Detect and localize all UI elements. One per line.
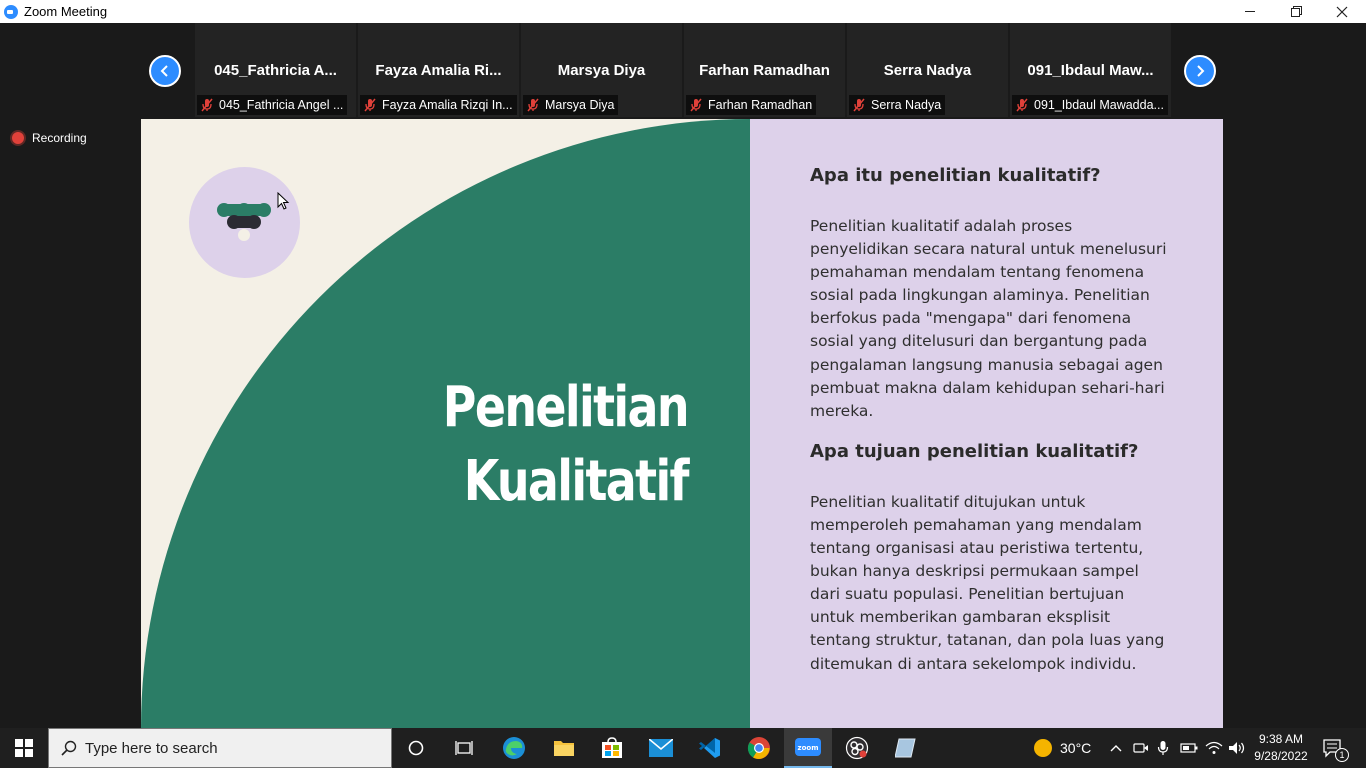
zoom-app-icon [4,4,18,19]
search-icon [61,740,77,756]
cortana-icon[interactable] [392,728,440,768]
taskbar-search-input[interactable]: Type here to search [48,728,392,768]
next-page-button[interactable] [1184,55,1216,87]
notification-center-button[interactable]: 1 [1322,728,1349,768]
recording-indicator[interactable]: Recording [12,131,87,145]
weather-widget[interactable]: 30°C [1034,728,1091,768]
participant-tag: Marsya Diya [523,95,619,115]
chrome-icon[interactable] [735,728,783,768]
chevron-right-icon [1197,65,1205,77]
slide-title-line: Kualitatif [463,449,690,514]
restore-button[interactable] [1273,0,1319,23]
mouse-cursor-icon [277,192,290,210]
weather-temperature: 30°C [1060,740,1092,756]
participant-tag-label: 045_Fathricia Angel ... [219,98,344,112]
participant-name: 045_Fathricia A... [214,62,337,79]
logo-icon [217,203,271,241]
svg-text:zoom: zoom [798,744,819,752]
windows-start-icon[interactable] [0,728,48,768]
question-heading: Apa itu penelitian kualitatif? [810,165,1101,186]
answer-paragraph: Penelitian kualitatif ditujukan untuk me… [810,492,1165,673]
mic-muted-icon [853,98,865,112]
participant-tag: Serra Nadya [849,95,946,115]
participant-name: Marsya Diya [557,62,646,79]
participant-tag-label: Farhan Ramadhan [708,98,813,112]
participant-tag: Fayza Amalia Rizqi In... [360,95,517,115]
participant-tile[interactable]: 045_Fathricia A... 045_Fathricia Angel .… [195,23,356,117]
chevron-left-icon [160,65,168,77]
file-explorer-icon[interactable] [540,728,588,768]
recording-dot-icon [12,132,24,144]
taskbar: Type here to search zoom 30°C 9:38 AM 9/… [0,728,1366,768]
participant-name: Fayza Amalia Ri... [375,62,502,79]
participant-tag: 091_Ibdaul Mawadda... [1012,95,1168,115]
participant-tag-label: Fayza Amalia Rizqi In... [382,98,513,112]
task-view-icon[interactable] [440,728,488,768]
mic-muted-icon [690,98,702,112]
participant-tile[interactable]: Serra Nadya Serra Nadya [847,23,1008,117]
wifi-icon[interactable] [1205,728,1223,768]
meeting-area: 045_Fathricia A... 045_Fathricia Angel .… [0,23,1366,728]
question-heading: Apa tujuan penelitian kualitatif? [810,440,1139,462]
mic-muted-icon [201,98,213,112]
minimize-button[interactable] [1227,0,1273,23]
taskbar-clock[interactable]: 9:38 AM 9/28/2022 [1248,731,1314,765]
battery-icon[interactable] [1180,728,1198,768]
participant-name: Serra Nadya [883,62,972,79]
sun-icon [1034,739,1052,757]
obs-icon[interactable] [833,728,881,768]
slide-title-line: Penelitian [442,375,690,440]
notepad-icon[interactable] [882,728,930,768]
participant-tag-label: Marsya Diya [545,98,615,112]
slide-right-panel: Apa itu penelitian kualitatif? Penelitia… [750,119,1223,728]
participant-tag: 045_Fathricia Angel ... [197,95,348,115]
zoom-icon[interactable]: zoom [784,728,832,768]
slide-title: Penelitian Kualitatif [442,371,690,519]
clock-time: 9:38 AM [1258,732,1304,746]
volume-icon[interactable] [1228,728,1246,768]
participant-tile[interactable]: Marsya Diya Marsya Diya [521,23,682,117]
clock-date: 9/28/2022 [1254,749,1308,763]
prev-page-button[interactable] [149,55,181,87]
slide-left-panel: Penelitian Kualitatif [141,119,750,728]
mic-muted-icon [527,98,539,112]
mail-icon[interactable] [637,728,685,768]
title-bar: Zoom Meeting [0,0,1366,23]
participant-name: Farhan Ramadhan [699,62,830,79]
recording-label: Recording [32,131,87,145]
participant-tag-label: 091_Ibdaul Mawadda... [1034,98,1164,112]
participant-name: 091_Ibdaul Maw... [1027,62,1154,79]
vscode-icon[interactable] [686,728,734,768]
participant-tile[interactable]: Farhan Ramadhan Farhan Ramadhan [684,23,845,117]
notification-count-badge: 1 [1335,748,1349,762]
participant-tile[interactable]: Fayza Amalia Ri... Fayza Amalia Rizqi In… [358,23,519,117]
shared-screen: Penelitian Kualitatif Apa itu penelitian… [141,119,1223,728]
close-button[interactable] [1319,0,1365,23]
mic-muted-icon [1016,98,1028,112]
microphone-icon[interactable] [1157,728,1169,768]
logo-badge [189,167,300,278]
camera-icon[interactable] [1133,728,1149,768]
participant-tag-label: Serra Nadya [871,98,942,112]
mic-muted-icon [364,98,376,112]
window-title: Zoom Meeting [24,4,108,19]
edge-icon[interactable] [490,728,538,768]
participant-tag: Farhan Ramadhan [686,95,817,115]
show-hidden-icons-chevron-up-icon[interactable] [1109,728,1123,768]
search-placeholder: Type here to search [85,739,218,757]
participant-tile[interactable]: 091_Ibdaul Maw... 091_Ibdaul Mawadda... [1010,23,1171,117]
answer-paragraph: Penelitian kualitatif adalah proses peny… [810,217,1167,420]
store-icon[interactable] [588,728,636,768]
